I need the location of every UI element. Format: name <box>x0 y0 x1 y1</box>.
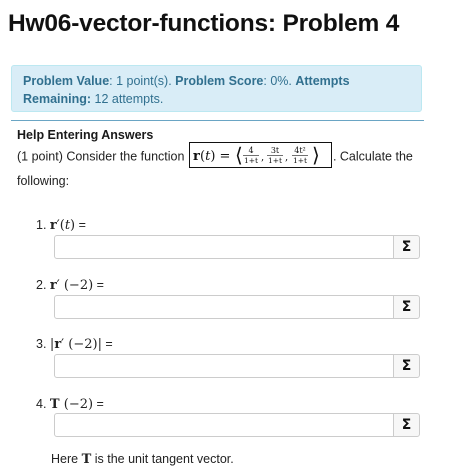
question-number: 3. <box>36 337 47 351</box>
c2-num: 3t <box>271 146 280 155</box>
c1-num: 4 <box>248 146 253 155</box>
question-3: 3. |r′ (−2)| = <box>36 337 113 352</box>
answer-input-4[interactable] <box>54 413 394 437</box>
problem-status-box: Problem Value: 1 point(s). Problem Score… <box>11 65 422 112</box>
formula-rangle: ⟩ <box>312 143 320 167</box>
equation-editor-button-3[interactable]: Σ <box>393 354 420 378</box>
question-math: T (−2) <box>49 397 94 412</box>
equation-editor-button-4[interactable]: Σ <box>393 413 420 437</box>
footnote: Here T is the unit tangent vector. <box>51 452 234 467</box>
question-number: 1. <box>36 218 47 232</box>
divider <box>11 120 424 121</box>
svg-text:,: , <box>285 152 288 163</box>
problem-statement: (1 point) Consider the function r (t) = … <box>17 142 417 193</box>
help-entering-answers-link[interactable]: Help Entering Answers <box>17 128 153 142</box>
question-suffix: = <box>75 218 86 232</box>
formula-t: (t) = <box>200 149 230 164</box>
problem-lead: (1 point) Consider the function <box>17 149 188 164</box>
question-math: r′(t) <box>49 218 76 233</box>
question-number: 4. <box>36 397 47 411</box>
c3-num: 4t² <box>294 146 306 155</box>
question-number: 2. <box>36 278 47 292</box>
formula-r: r <box>193 149 200 164</box>
question-4: 4. T (−2) = <box>36 397 104 412</box>
c3-den: 1+t <box>293 156 307 165</box>
question-1: 1. r′(t) = <box>36 218 86 233</box>
c2-den: 1+t <box>268 156 282 165</box>
function-formula: r (t) = ⟨ 4 1+t , 3t 1+t , 4t² 1+t ⟩ <box>188 142 332 168</box>
question-2: 2. r′ (−2) = <box>36 278 104 293</box>
question-suffix: = <box>93 397 104 411</box>
answer-input-2[interactable] <box>54 295 394 319</box>
equation-editor-button-2[interactable]: Σ <box>393 295 420 319</box>
equation-editor-button-1[interactable]: Σ <box>393 235 420 259</box>
page-title: Hw06-vector-functions: Problem 4 <box>8 10 400 37</box>
footnote-math: T <box>81 452 92 467</box>
question-suffix: = <box>93 278 104 292</box>
c1-den: 1+t <box>244 156 258 165</box>
problem-score-label: Problem Score <box>175 74 264 88</box>
formula-langle: ⟨ <box>235 143 243 167</box>
problem-value-label: Problem Value <box>23 74 110 88</box>
attempts-text: 12 attempts. <box>91 92 164 106</box>
svg-text:,: , <box>261 152 264 163</box>
footnote-post: is the unit tangent vector. <box>91 452 234 466</box>
answer-input-1[interactable] <box>54 235 394 259</box>
problem-score-text: : 0%. <box>263 74 296 88</box>
question-math: |r′ (−2)| <box>49 337 102 352</box>
question-math: r′ (−2) <box>49 278 94 293</box>
answer-input-3[interactable] <box>54 354 394 378</box>
problem-value-text: : 1 point(s). <box>109 74 176 88</box>
footnote-pre: Here <box>51 452 82 466</box>
question-suffix: = <box>101 337 113 351</box>
